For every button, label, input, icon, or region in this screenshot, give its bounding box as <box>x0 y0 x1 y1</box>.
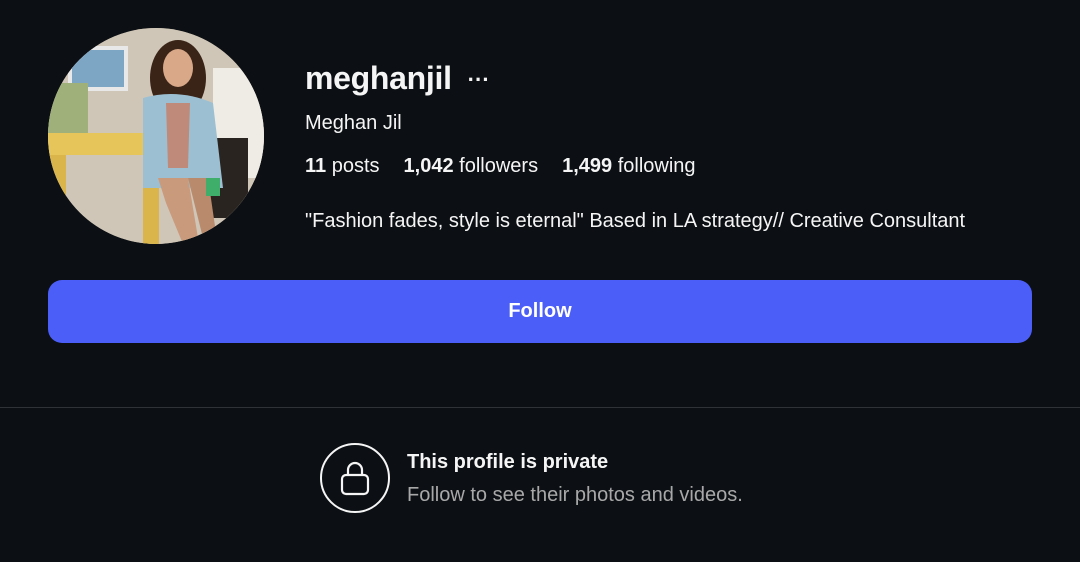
posts-label: posts <box>331 155 380 177</box>
profile-page: meghanjil ··· Meghan Jil 11 posts 1,042 … <box>0 0 1080 562</box>
username-row: meghanjil ··· <box>305 60 490 97</box>
following-stat[interactable]: 1,499 following <box>562 155 695 178</box>
following-count: 1,499 <box>562 155 613 177</box>
private-title: This profile is private <box>407 451 609 473</box>
username: meghanjil <box>305 60 452 96</box>
private-subtitle: Follow to see their photos and videos. <box>407 484 743 506</box>
bio: "Fashion fades, style is eternal" Based … <box>305 210 966 232</box>
more-options-icon[interactable]: ··· <box>468 67 490 91</box>
lock-icon <box>340 461 370 496</box>
followers-label: followers <box>459 155 539 177</box>
divider <box>0 407 1080 408</box>
profile-photo-image <box>48 28 264 244</box>
follow-button[interactable]: Follow <box>48 280 1032 343</box>
followers-count: 1,042 <box>403 155 454 177</box>
profile-stats: 11 posts 1,042 followers 1,499 following <box>305 155 696 178</box>
posts-count: 11 <box>305 155 327 177</box>
full-name: Meghan Jil <box>305 112 402 134</box>
avatar[interactable] <box>48 28 264 244</box>
lock-icon-circle <box>320 443 390 513</box>
followers-stat[interactable]: 1,042 followers <box>404 155 539 178</box>
following-label: following <box>617 155 696 177</box>
posts-stat: 11 posts <box>305 155 380 178</box>
